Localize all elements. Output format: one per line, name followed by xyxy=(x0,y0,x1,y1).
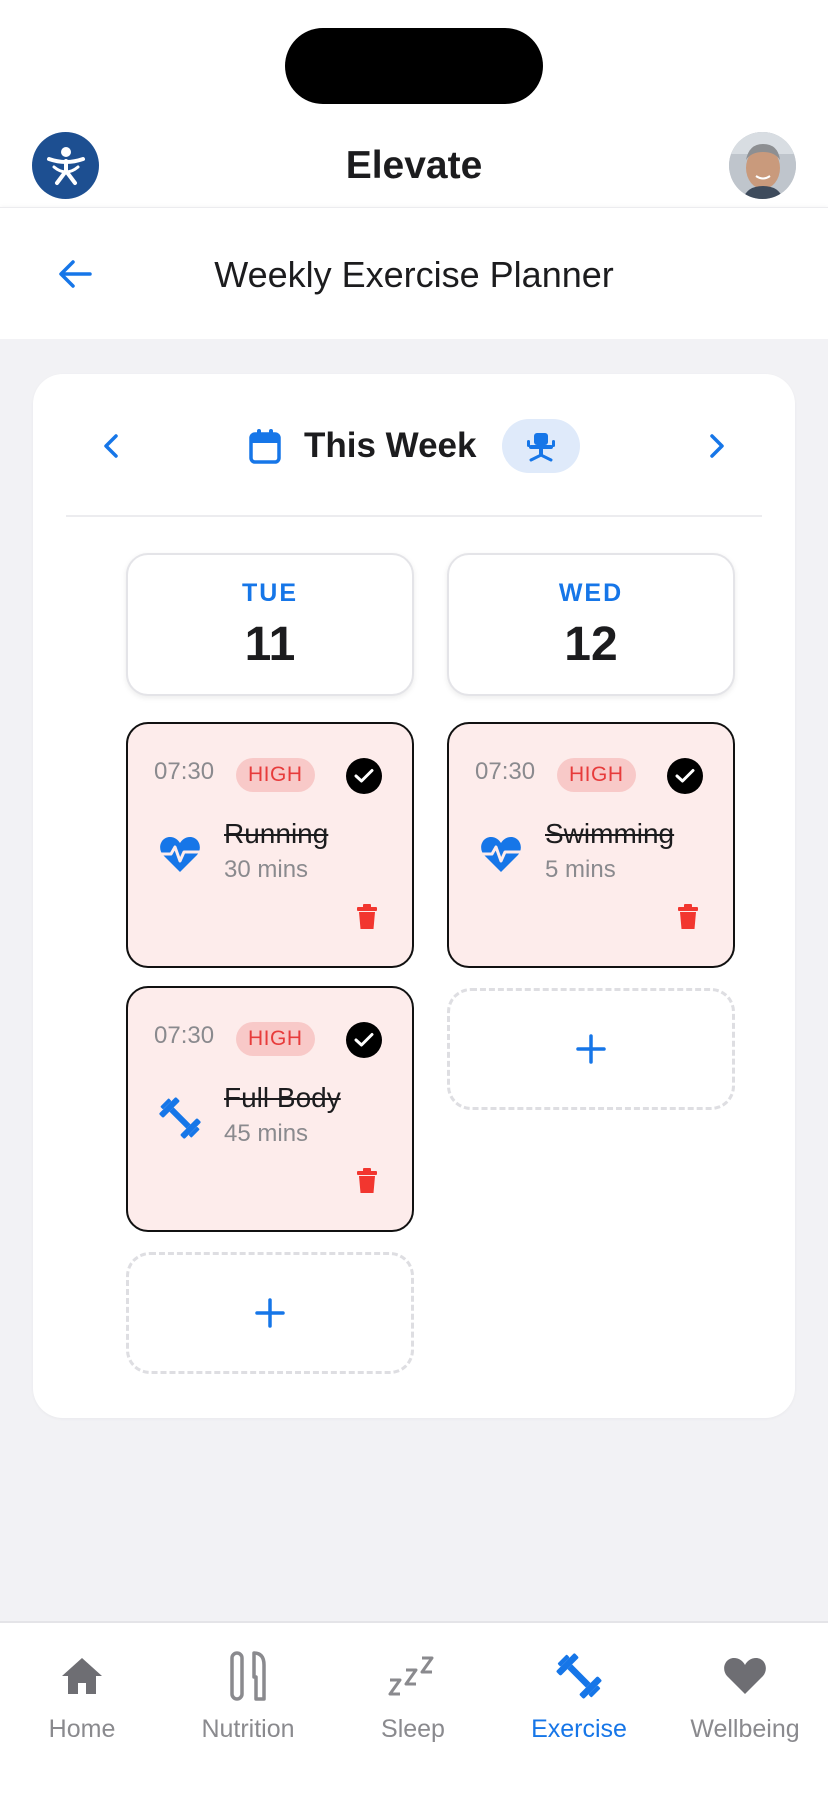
tab-wellbeing[interactable]: Wellbeing xyxy=(670,1651,820,1751)
chevron-left-icon xyxy=(104,434,118,458)
add-exercise-button[interactable] xyxy=(447,988,735,1110)
day-number: 12 xyxy=(564,618,618,671)
top-app-bar: Elevate xyxy=(0,0,828,207)
trash-icon[interactable] xyxy=(675,902,701,932)
day-number: 11 xyxy=(244,618,296,671)
tab-label: Wellbeing xyxy=(690,1715,800,1743)
intensity-badge: HIGH xyxy=(236,1022,315,1056)
app-title: Elevate xyxy=(345,144,483,187)
week-selector[interactable]: This Week xyxy=(248,419,581,473)
intensity-badge: HIGH xyxy=(557,758,636,792)
tab-label: Nutrition xyxy=(201,1715,295,1743)
intensity-badge: HIGH xyxy=(236,758,315,792)
trash-icon[interactable] xyxy=(354,1166,380,1196)
exercise-card[interactable]: 07:30 HIGH Swimming 5 mins xyxy=(447,722,735,968)
calendar-icon xyxy=(248,428,282,464)
tab-sleep[interactable]: Sleep xyxy=(338,1651,488,1751)
desk-mode-toggle[interactable] xyxy=(502,419,581,473)
day-header-tue[interactable]: TUE 11 xyxy=(126,553,414,696)
completed-check-icon[interactable] xyxy=(346,1022,382,1058)
avatar-photo xyxy=(729,132,796,199)
previous-week-button[interactable] xyxy=(93,426,129,466)
planner-card: This Week TUE 11 07:30 HIGH Running 30 m… xyxy=(33,374,795,1418)
sleep-zzz-icon xyxy=(338,1651,488,1701)
exercise-duration: 45 mins xyxy=(224,1120,309,1147)
completed-check-icon[interactable] xyxy=(346,758,382,794)
exercise-duration: 30 mins xyxy=(224,856,309,883)
heart-pulse-icon xyxy=(156,830,204,878)
exercise-card[interactable]: 07:30 HIGH Running 30 mins xyxy=(126,722,414,968)
tab-label: Exercise xyxy=(531,1715,627,1743)
tab-exercise[interactable]: Exercise xyxy=(504,1651,654,1751)
tab-label: Home xyxy=(48,1715,116,1743)
user-avatar[interactable] xyxy=(729,132,796,199)
exercise-time: 07:30 xyxy=(154,1022,215,1049)
day-name: TUE xyxy=(242,579,298,607)
add-exercise-button[interactable] xyxy=(126,1252,414,1374)
trash-icon[interactable] xyxy=(354,902,380,932)
exercise-card[interactable]: 07:30 HIGH Full Body 45 mins xyxy=(126,986,414,1232)
tab-label: Sleep xyxy=(381,1715,445,1743)
tab-home[interactable]: Home xyxy=(7,1651,157,1751)
page-title: Weekly Exercise Planner xyxy=(214,254,614,295)
bottom-navigation: Home Nutrition Sleep Exercise Wellbeing xyxy=(0,1621,828,1800)
tab-nutrition[interactable]: Nutrition xyxy=(173,1651,323,1751)
exercise-time: 07:30 xyxy=(154,758,215,785)
exercise-name: Running xyxy=(224,818,329,849)
home-icon xyxy=(7,1651,157,1701)
completed-check-icon[interactable] xyxy=(667,758,703,794)
week-navigation: This Week xyxy=(33,374,795,516)
dynamic-island xyxy=(285,28,543,104)
plus-icon xyxy=(576,1034,606,1064)
exercise-name: Full Body xyxy=(224,1082,341,1113)
exercise-time: 07:30 xyxy=(475,758,536,785)
day-name: WED xyxy=(558,579,624,607)
heart-icon xyxy=(670,1651,820,1701)
utensils-icon xyxy=(173,1651,323,1701)
page-header: Weekly Exercise Planner xyxy=(0,207,828,339)
next-week-button[interactable] xyxy=(699,426,735,466)
dumbbell-icon xyxy=(156,1094,204,1142)
exercise-duration: 5 mins xyxy=(545,856,616,883)
heart-pulse-icon xyxy=(477,830,525,878)
plus-icon xyxy=(255,1298,285,1328)
exercise-name: Swimming xyxy=(545,818,675,849)
chevron-right-icon xyxy=(710,434,724,458)
dumbbell-icon xyxy=(504,1651,654,1701)
day-header-wed[interactable]: WED 12 xyxy=(447,553,735,696)
office-chair-icon xyxy=(527,433,556,462)
days-scroll-area[interactable]: TUE 11 07:30 HIGH Running 30 mins 07:30 … xyxy=(66,517,762,1417)
week-label: This Week xyxy=(304,426,477,465)
